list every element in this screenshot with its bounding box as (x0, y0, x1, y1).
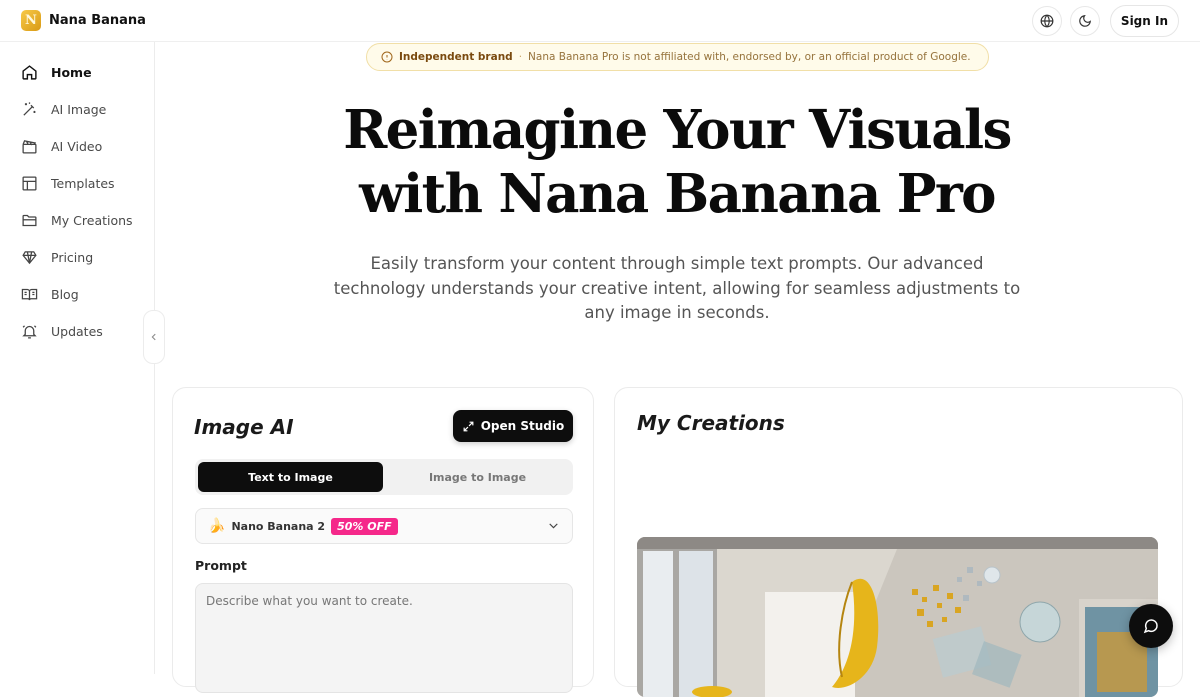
chevron-down-icon (549, 523, 558, 529)
prompt-input[interactable]: Describe what you want to create. (195, 583, 573, 693)
diamond-icon (20, 248, 39, 267)
hero-title-line2: with Nana Banana Pro (359, 163, 996, 225)
info-icon (381, 51, 393, 63)
prompt-label: Prompt (195, 558, 247, 573)
expand-icon (463, 421, 474, 431)
sidebar-item-home[interactable]: Home (20, 60, 92, 84)
sidebar-item-pricing[interactable]: Pricing (20, 245, 93, 269)
creation-preview-image[interactable] (637, 537, 1158, 697)
sidebar-item-label: Updates (51, 323, 103, 339)
sidebar-item-ai-image[interactable]: AI Image (20, 97, 106, 121)
sidebar-item-label: Pricing (51, 249, 94, 265)
banana-artwork-image (637, 537, 1158, 697)
top-bar: N Nana Banana Sign In (0, 0, 1200, 42)
sidebar-item-templates[interactable]: Templates (20, 171, 115, 195)
theme-toggle-button[interactable] (1069, 6, 1100, 36)
sidebar-item-label: Blog (51, 286, 79, 302)
hero-title-line1: Reimagine Your Visuals (343, 99, 1012, 161)
image-ai-title: Image AI (194, 415, 294, 439)
sidebar: Home AI Image AI Video Templates My Crea… (0, 42, 155, 674)
globe-icon (1040, 14, 1054, 28)
independent-brand-notice: Independent brand · Nana Banana Pro is n… (366, 43, 989, 71)
notice-text: Nana Banana Pro is not affiliated with, … (528, 51, 971, 63)
folder-icon (20, 211, 39, 230)
top-actions: Sign In (1031, 5, 1179, 37)
home-icon (20, 63, 39, 82)
sidebar-item-updates[interactable]: Updates (20, 319, 103, 343)
layout-icon (20, 174, 39, 193)
sidebar-item-label: AI Video (51, 138, 103, 154)
model-select[interactable]: 🍌 Nano Banana 2 50% OFF (195, 508, 573, 544)
sidebar-item-blog[interactable]: Blog (20, 282, 79, 306)
chat-bubble-icon (1143, 619, 1158, 634)
notice-separator: · (518, 51, 523, 63)
mode-tabs: Text to Image Image to Image (195, 459, 573, 495)
moon-icon (1079, 15, 1091, 27)
sign-in-button[interactable]: Sign In (1109, 5, 1179, 37)
sidebar-collapse-button[interactable] (143, 310, 165, 364)
bell-icon (20, 322, 39, 341)
my-creations-card: My Creations (614, 387, 1183, 697)
sidebar-item-label: Home (51, 64, 92, 80)
discount-badge: 50% OFF (331, 517, 398, 535)
magic-wand-icon (20, 100, 39, 119)
model-name: Nano Banana 2 (231, 519, 326, 533)
open-studio-label: Open Studio (480, 419, 565, 433)
chevron-left-icon (151, 333, 156, 341)
notice-title: Independent brand (399, 51, 513, 63)
chat-button[interactable] (1129, 604, 1173, 648)
tab-image-to-image[interactable]: Image to Image (385, 462, 570, 492)
hero-title: Reimagine Your Visuals with Nana Banana … (277, 98, 1077, 226)
banana-icon: 🍌 (208, 518, 226, 534)
brand-name: Nana Banana (49, 13, 146, 28)
sidebar-item-my-creations[interactable]: My Creations (20, 208, 133, 232)
my-creations-title: My Creations (637, 411, 785, 435)
book-icon (20, 285, 39, 304)
clapperboard-icon (20, 137, 39, 156)
brand-logo-icon: N (21, 10, 41, 31)
hero-subtitle: Easily transform your content through si… (333, 254, 1021, 322)
sidebar-item-label: Templates (51, 175, 115, 191)
image-ai-card: Image AI Open Studio Text to Image Image… (172, 387, 594, 693)
open-studio-button[interactable]: Open Studio (453, 410, 573, 442)
brand[interactable]: N Nana Banana (21, 10, 146, 31)
tab-text-to-image[interactable]: Text to Image (198, 462, 383, 492)
language-button[interactable] (1031, 6, 1062, 36)
sidebar-item-label: My Creations (51, 212, 133, 228)
sidebar-item-label: AI Image (51, 101, 107, 117)
sidebar-item-ai-video[interactable]: AI Video (20, 134, 102, 158)
